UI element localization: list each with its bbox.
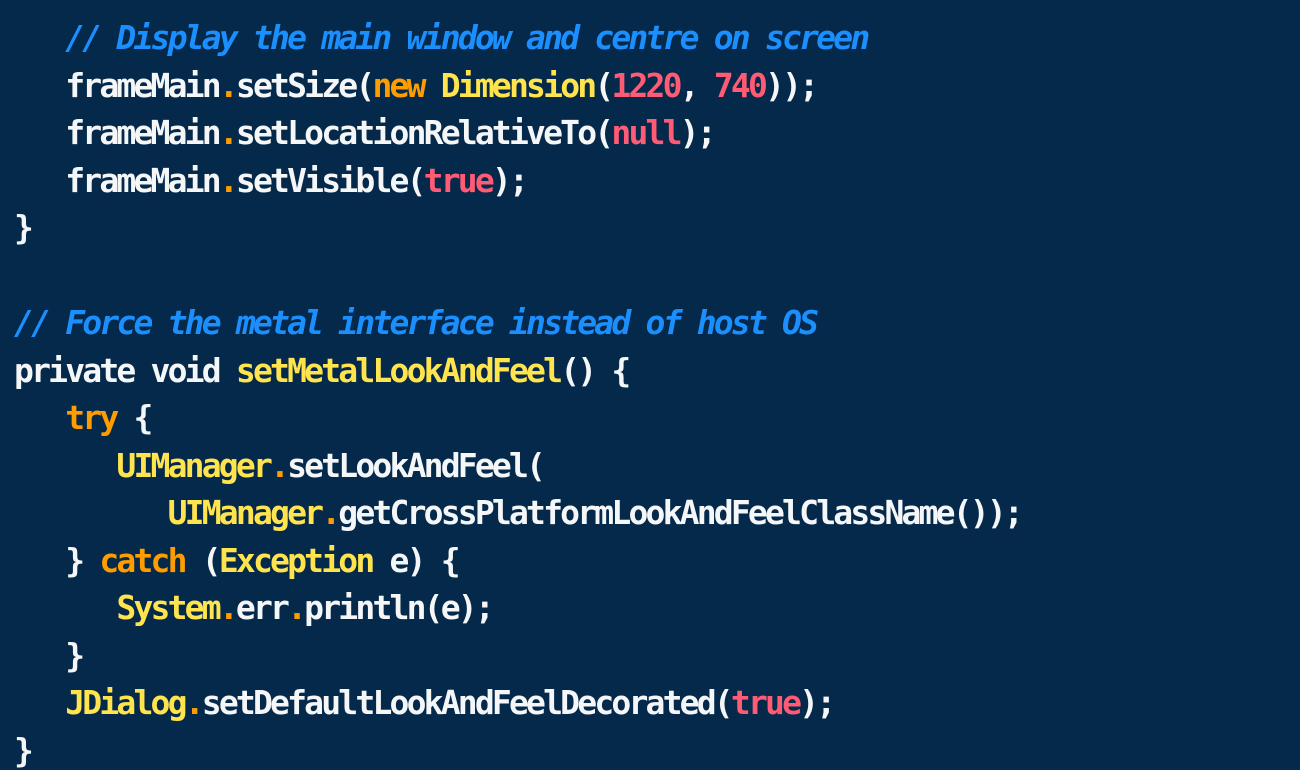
code-text: )); [765, 65, 819, 105]
code-comment: // Force the metal interface instead of … [14, 303, 819, 342]
code-line: JDialog.setDefaultLookAndFeelDecorated(t… [14, 679, 1021, 727]
code-text: frameMain [65, 65, 221, 105]
code-editor[interactable]: // Display the main window and centre on… [0, 0, 1300, 770]
code-dot: . [270, 445, 290, 485]
code-text: ( [184, 540, 222, 580]
code-type: Dimension [440, 65, 597, 105]
code-comment: // Display the main window and centre on… [65, 18, 870, 57]
code-type: System [116, 588, 221, 627]
code-text: frameMain [65, 160, 221, 200]
code-text: e) { [372, 540, 461, 580]
code-text: ); [491, 160, 529, 200]
code-literal: null [611, 113, 682, 152]
code-text: } [14, 730, 34, 770]
code-text: setLookAndFeel( [287, 445, 546, 485]
code-keyword: try [65, 398, 119, 437]
code-line: UIManager.setLookAndFeel( [14, 442, 1021, 490]
code-text: setSize( [235, 65, 375, 105]
code-line: private void setMetalLookAndFeel() { [14, 347, 1021, 395]
code-text: ); [679, 113, 717, 152]
code-text: () { [560, 350, 631, 390]
code-dot: . [218, 65, 239, 105]
code-text: setDefaultLookAndFeelDecorated( [201, 683, 734, 722]
code-line: System.err.println(e); [14, 584, 1021, 632]
code-view: // Display the main window and centre on… [14, 14, 1024, 770]
code-type: UIManager [167, 493, 324, 532]
code-line: UIManager.getCrossPlatformLookAndFeelCla… [14, 489, 1024, 537]
code-keyword: new [372, 65, 426, 105]
code-dot: . [287, 588, 307, 627]
code-text: frameMain [65, 113, 221, 152]
code-line: frameMain.setVisible(true); [14, 157, 1021, 205]
code-line: // Display the main window and centre on… [14, 14, 1021, 62]
code-line: } [14, 727, 1021, 770]
code-text: ( [594, 65, 614, 105]
code-type: JDialog [65, 683, 187, 722]
code-line: frameMain.setLocationRelativeTo(null); [14, 109, 1021, 157]
code-text: } [65, 635, 85, 675]
code-text: } [14, 208, 34, 247]
code-literal: 1220 [611, 65, 682, 105]
code-dot: . [218, 113, 239, 152]
code-line: try { [14, 394, 1021, 442]
code-method-name: setMetalLookAndFeel [235, 350, 563, 390]
code-line: } [14, 204, 1021, 252]
code-type: UIManager [116, 445, 272, 485]
code-literal: true [730, 683, 802, 722]
code-text: setLocationRelativeTo( [235, 113, 614, 152]
code-dot: . [218, 160, 239, 200]
code-line: // Force the metal interface instead of … [14, 299, 1021, 347]
code-text: ); [799, 683, 836, 722]
code-text: private void [14, 350, 236, 390]
code-type: Exception [218, 540, 375, 580]
code-line: frameMain.setSize(new Dimension(1220, 74… [14, 62, 1021, 110]
code-text: { [116, 398, 153, 437]
code-dot: . [218, 588, 239, 627]
code-literal: true [423, 160, 495, 200]
code-text: getCrossPlatformLookAndFeelClassName()); [338, 493, 1024, 532]
code-literal: 740 [713, 65, 768, 105]
code-text: } [65, 540, 100, 580]
code-line: } [14, 632, 1021, 680]
code-dot: . [321, 493, 341, 532]
code-text: err [235, 588, 290, 627]
code-dot: . [184, 683, 205, 722]
code-text: , [679, 65, 714, 105]
code-keyword: catch [99, 540, 187, 580]
code-line: } catch (Exception e) { [14, 537, 1021, 585]
code-text: println(e); [304, 588, 495, 627]
code-text: setVisible( [235, 160, 427, 200]
